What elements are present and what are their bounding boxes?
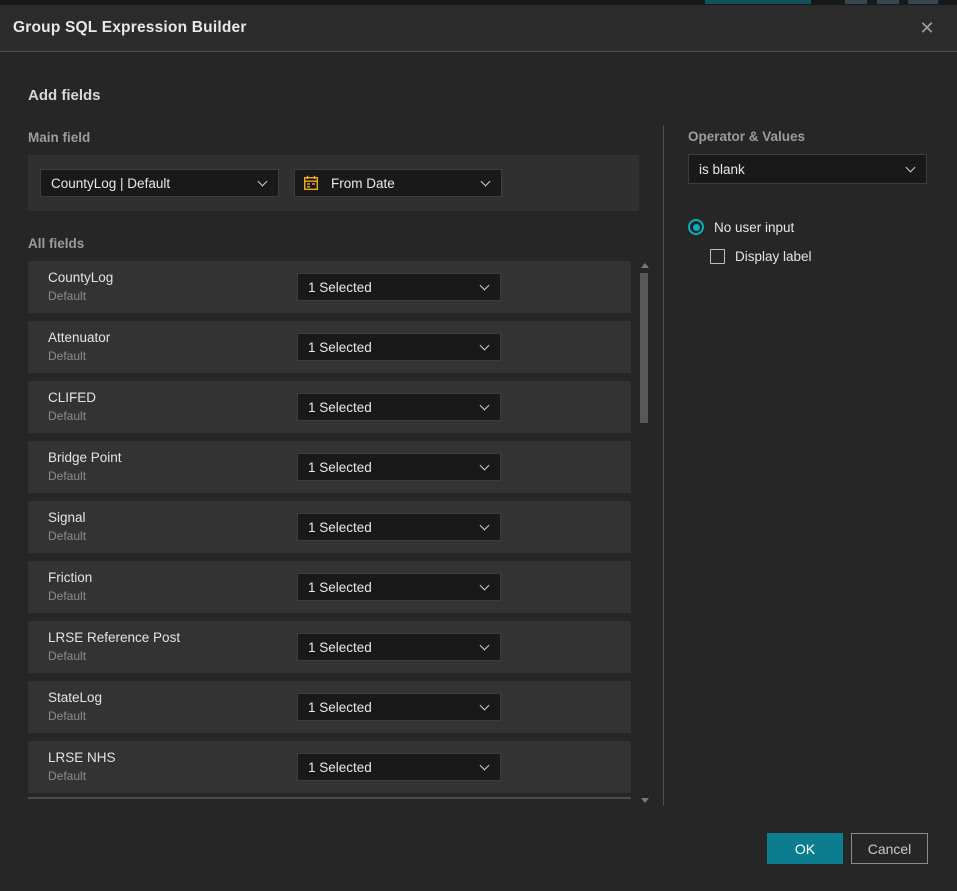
field-row[interactable]: Signal Default 1 Selected [28, 501, 631, 553]
no-user-input-label: No user input [714, 220, 794, 235]
field-values-select-value: 1 Selected [298, 580, 481, 595]
field-subtitle: Default [48, 469, 86, 483]
field-values-select-value: 1 Selected [298, 280, 481, 295]
field-values-select[interactable]: 1 Selected [297, 273, 501, 301]
chevron-down-icon [480, 760, 490, 770]
close-icon[interactable]: ✕ [911, 5, 943, 52]
dialog-titlebar: Group SQL Expression Builder ✕ [0, 5, 957, 52]
no-user-input-radio[interactable]: No user input [688, 219, 794, 235]
field-row[interactable]: Bridge Point Default 1 Selected [28, 441, 631, 493]
chevron-down-icon [480, 640, 490, 650]
ok-button[interactable]: OK [767, 833, 843, 864]
field-values-select[interactable]: 1 Selected [297, 633, 501, 661]
dialog-title: Group SQL Expression Builder [13, 19, 247, 37]
field-name: Bridge Point [48, 450, 122, 465]
field-subtitle: Default [48, 289, 86, 303]
field-values-select[interactable]: 1 Selected [297, 573, 501, 601]
background-icon-fragment [877, 0, 899, 4]
field-row[interactable]: LRSE Reference Post Default 1 Selected [28, 621, 631, 673]
scrollbar-thumb[interactable] [640, 273, 648, 423]
field-values-select-value: 1 Selected [298, 700, 481, 715]
main-field-select-value: From Date [321, 176, 482, 191]
scrollbar-up-arrow-icon[interactable] [641, 263, 649, 268]
field-row[interactable]: StateLog Default 1 Selected [28, 681, 631, 733]
field-name: Signal [48, 510, 86, 525]
cancel-button[interactable]: Cancel [851, 833, 928, 864]
chevron-down-icon [258, 176, 268, 186]
field-name: CountyLog [48, 270, 113, 285]
field-subtitle: Default [48, 349, 86, 363]
field-values-select-value: 1 Selected [298, 760, 481, 775]
background-icon-fragment [845, 0, 867, 4]
layer-select-value: CountyLog | Default [41, 176, 259, 191]
chevron-down-icon [480, 280, 490, 290]
display-label-checkbox[interactable]: Display label [710, 249, 812, 264]
layer-select[interactable]: CountyLog | Default [40, 169, 279, 197]
field-values-select-value: 1 Selected [298, 460, 481, 475]
field-values-select-value: 1 Selected [298, 400, 481, 415]
all-fields-list: CountyLog Default 1 Selected Attenuator … [28, 261, 631, 793]
field-row[interactable]: Attenuator Default 1 Selected [28, 321, 631, 373]
field-subtitle: Default [48, 529, 86, 543]
field-values-select-value: 1 Selected [298, 340, 481, 355]
operator-values-heading: Operator & Values [688, 129, 805, 144]
field-subtitle: Default [48, 649, 86, 663]
radio-selected-icon [688, 219, 704, 235]
field-values-select-value: 1 Selected [298, 640, 481, 655]
next-row-sliver [28, 797, 631, 799]
field-values-select[interactable]: 1 Selected [297, 333, 501, 361]
field-name: Friction [48, 570, 92, 585]
field-values-select[interactable]: 1 Selected [297, 753, 501, 781]
operator-select-value: is blank [689, 162, 907, 177]
field-name: StateLog [48, 690, 102, 705]
field-subtitle: Default [48, 709, 86, 723]
field-values-select[interactable]: 1 Selected [297, 393, 501, 421]
display-label-label: Display label [735, 249, 812, 264]
field-subtitle: Default [48, 769, 86, 783]
background-toolbar-fragment [705, 0, 811, 4]
operator-select[interactable]: is blank [688, 154, 927, 184]
main-field-select[interactable]: From Date [294, 169, 502, 197]
main-field-panel: CountyLog | Default From Date [28, 155, 639, 211]
chevron-down-icon [480, 520, 490, 530]
field-row[interactable]: LRSE NHS Default 1 Selected [28, 741, 631, 793]
add-fields-heading: Add fields [28, 87, 101, 104]
group-sql-expression-builder-dialog: Group SQL Expression Builder ✕ Add field… [0, 5, 957, 891]
field-values-select[interactable]: 1 Selected [297, 693, 501, 721]
field-values-select-value: 1 Selected [298, 520, 481, 535]
field-row[interactable]: Friction Default 1 Selected [28, 561, 631, 613]
chevron-down-icon [906, 162, 916, 172]
background-icon-fragment [908, 0, 938, 4]
field-values-select[interactable]: 1 Selected [297, 453, 501, 481]
chevron-down-icon [480, 340, 490, 350]
field-row[interactable]: CLIFED Default 1 Selected [28, 381, 631, 433]
field-name: LRSE NHS [48, 750, 116, 765]
scrollbar-down-arrow-icon[interactable] [641, 798, 649, 803]
chevron-down-icon [480, 460, 490, 470]
chevron-down-icon [480, 700, 490, 710]
field-values-select[interactable]: 1 Selected [297, 513, 501, 541]
chevron-down-icon [481, 176, 491, 186]
field-name: CLIFED [48, 390, 96, 405]
main-field-label: Main field [28, 130, 90, 145]
panel-divider [663, 125, 664, 806]
checkbox-unchecked-icon [710, 249, 725, 264]
field-subtitle: Default [48, 409, 86, 423]
chevron-down-icon [480, 400, 490, 410]
field-name: LRSE Reference Post [48, 630, 180, 645]
field-name: Attenuator [48, 330, 110, 345]
field-subtitle: Default [48, 589, 86, 603]
chevron-down-icon [480, 580, 490, 590]
field-row[interactable]: CountyLog Default 1 Selected [28, 261, 631, 313]
all-fields-label: All fields [28, 236, 84, 251]
calendar-icon [303, 175, 319, 191]
